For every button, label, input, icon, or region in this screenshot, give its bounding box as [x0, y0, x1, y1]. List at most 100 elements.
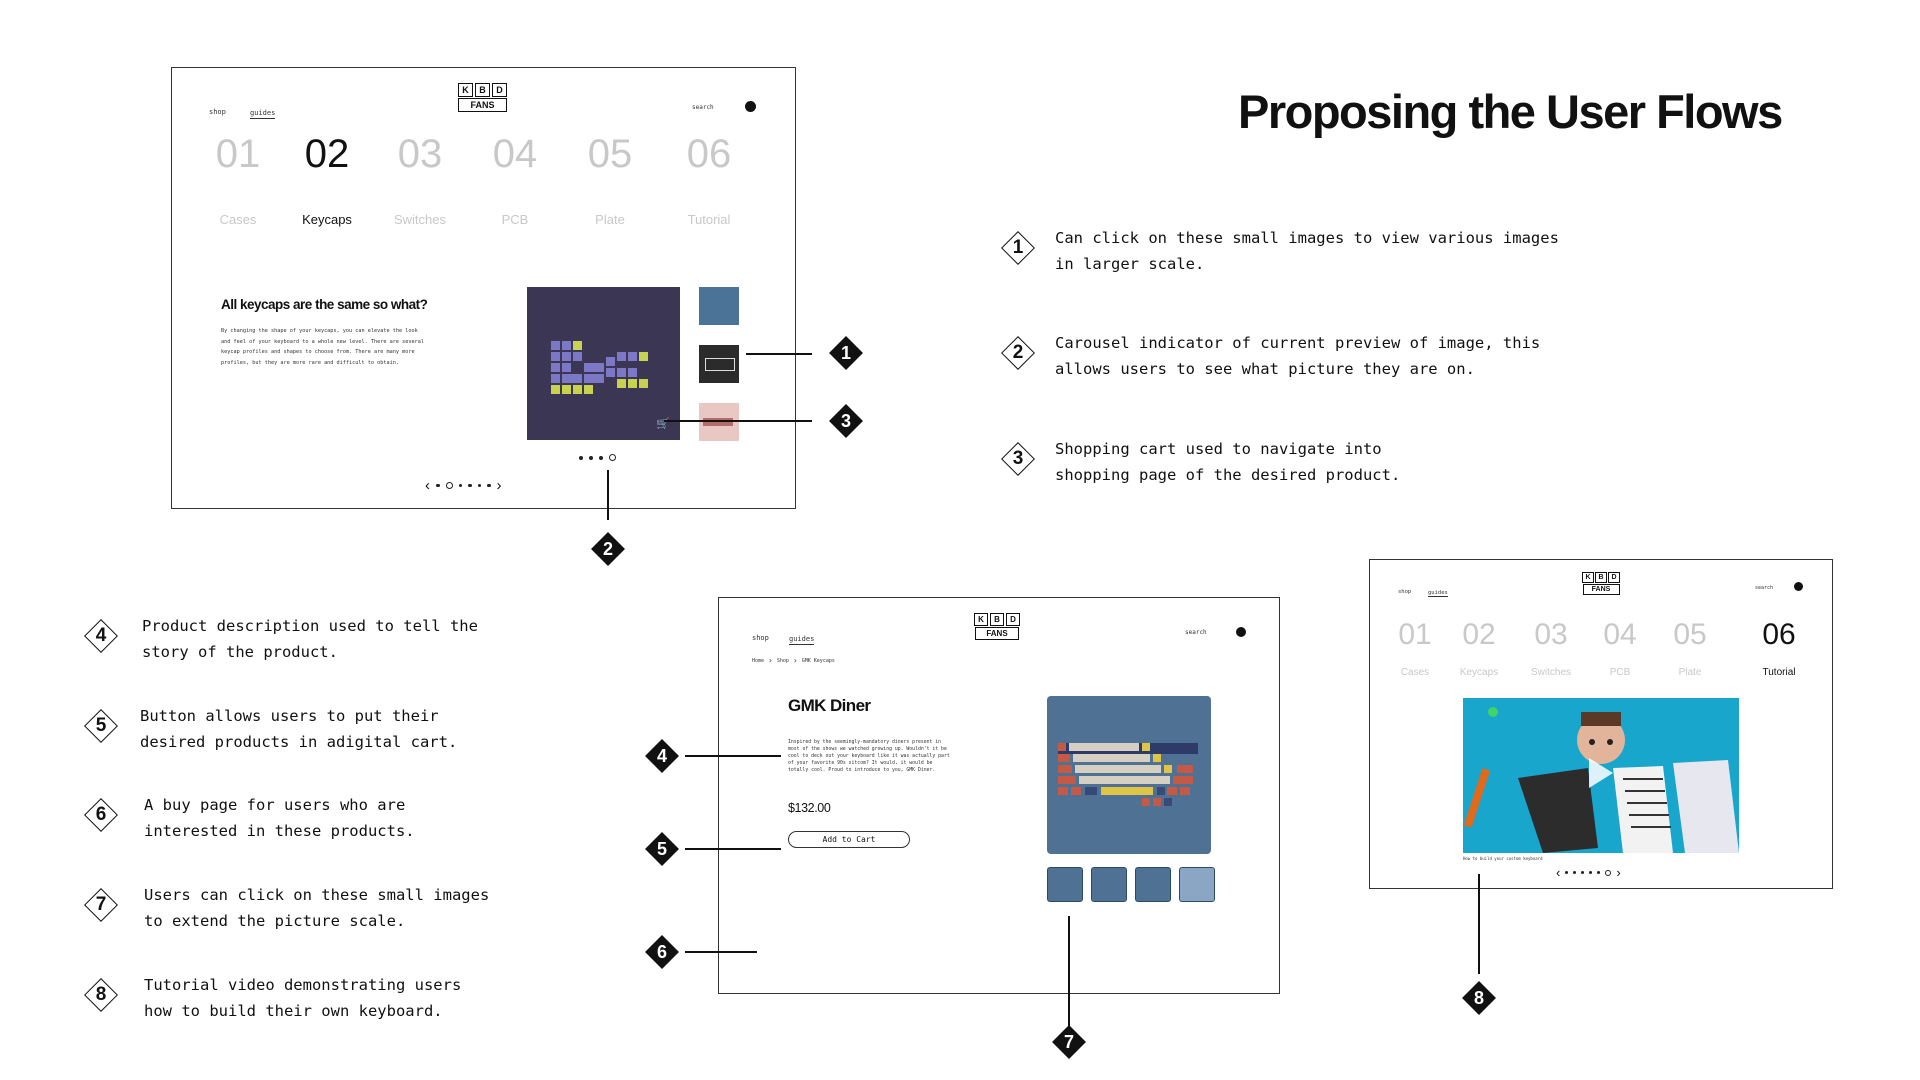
thumbnail-selected[interactable]	[699, 345, 739, 383]
step-number-active[interactable]: 02	[297, 132, 357, 177]
page-dot[interactable]	[1573, 871, 1577, 874]
thumbnail[interactable]	[699, 287, 739, 325]
note-number: 6	[95, 804, 107, 825]
chevron-left-icon[interactable]: ‹	[425, 478, 430, 493]
carousel-dot[interactable]	[589, 455, 593, 460]
callout-marker: 7	[1051, 1024, 1087, 1060]
screen-keycaps-guide: shop guides K B D FANS search 01 02 03 0…	[171, 67, 796, 509]
thumbnail[interactable]	[699, 403, 739, 441]
note-number: 7	[95, 894, 107, 915]
step-label: Tutorial	[687, 212, 731, 227]
step-label-active: Keycaps	[302, 212, 352, 227]
profile-icon[interactable]	[1236, 627, 1246, 637]
product-price: $132.00	[788, 801, 831, 815]
carousel-dot-current[interactable]	[609, 454, 616, 461]
page-dot[interactable]	[1581, 871, 1585, 874]
chevron-right-icon[interactable]: ›	[497, 478, 502, 493]
page-dot[interactable]	[468, 483, 472, 488]
logo-word: FANS	[975, 627, 1019, 640]
product-thumbnail[interactable]	[1179, 867, 1215, 902]
note-marker: 7	[83, 887, 121, 925]
nav-guides[interactable]: guides	[250, 109, 276, 119]
page-dot[interactable]	[487, 483, 491, 488]
note-marker: 4	[83, 618, 121, 656]
kbdfans-logo[interactable]: K B D FANS	[458, 83, 507, 112]
step-number[interactable]: 04	[480, 132, 550, 177]
breadcrumb-item: GMK Keycaps	[801, 657, 835, 664]
marker-number: 8	[1473, 988, 1484, 1008]
page-dot-current[interactable]	[445, 482, 453, 489]
logo-letter: B	[1595, 572, 1607, 583]
logo-letter: K	[1582, 572, 1594, 583]
step-label: Switches	[393, 212, 447, 227]
chevron-left-icon[interactable]: ‹	[1556, 866, 1560, 879]
carousel-dot[interactable]	[599, 455, 603, 460]
note-number: 8	[95, 984, 107, 1005]
callout-line	[607, 470, 609, 520]
profile-icon[interactable]	[745, 101, 756, 112]
profile-icon[interactable]	[1794, 582, 1803, 591]
breadcrumb-item[interactable]: Shop	[777, 658, 789, 664]
kbdfans-logo[interactable]: K B D FANS	[1582, 572, 1620, 595]
logo-word: FANS	[1582, 584, 1620, 595]
page-dot-current[interactable]	[1605, 869, 1612, 876]
nav-search[interactable]: search	[1755, 585, 1773, 591]
tutorial-video[interactable]	[1463, 698, 1739, 853]
logo-letter: K	[458, 83, 473, 97]
step-number[interactable]: 01	[1390, 618, 1440, 652]
step-number[interactable]: 06	[674, 132, 744, 177]
callout-line	[685, 755, 781, 757]
logo-letter: D	[492, 83, 507, 97]
nav-shop[interactable]: shop	[1398, 589, 1411, 595]
play-icon[interactable]	[1589, 758, 1613, 788]
page-pagination: ‹ ›	[1556, 866, 1621, 879]
breadcrumb-item[interactable]: Home	[752, 658, 764, 664]
nav-shop[interactable]: shop	[209, 108, 226, 116]
note-text: Carousel indicator of current preview of…	[1055, 334, 1541, 378]
step-number[interactable]: 05	[1665, 618, 1715, 652]
note-marker: 1	[1000, 230, 1038, 268]
slide-title: Proposing the User Flows	[1238, 85, 1783, 138]
note-text: Tutorial video demonstrating users how t…	[144, 976, 462, 1020]
logo-letter: D	[1608, 572, 1620, 583]
page-dot[interactable]	[1565, 871, 1569, 874]
page-dot[interactable]	[458, 483, 462, 488]
callout-line	[1478, 874, 1480, 974]
chevron-right-icon[interactable]: ›	[1616, 866, 1620, 879]
carousel-dot[interactable]	[579, 455, 583, 460]
nav-guides[interactable]: guides	[789, 635, 815, 645]
callout-marker: 1	[828, 335, 864, 371]
step-number[interactable]: 02	[1454, 618, 1504, 652]
guide-heading: All keycaps are the same so what?	[221, 297, 428, 312]
breadcrumb: Home › Shop › GMK Keycaps	[752, 656, 835, 665]
page-dot[interactable]	[1589, 871, 1593, 874]
marker-number: 2	[602, 539, 613, 559]
step-number[interactable]: 05	[575, 132, 645, 177]
step-number[interactable]: 03	[1526, 618, 1576, 652]
page-dot[interactable]	[1597, 871, 1601, 874]
nav-guides[interactable]: guides	[1428, 590, 1448, 597]
note-marker: 8	[83, 977, 121, 1015]
page-dot[interactable]	[477, 483, 481, 488]
image-carousel-indicator[interactable]	[579, 454, 616, 461]
step-number[interactable]: 03	[385, 132, 455, 177]
step-number[interactable]: 01	[208, 132, 268, 177]
note-number: 3	[1012, 448, 1024, 469]
step-number[interactable]: 04	[1595, 618, 1645, 652]
note-text: Button allows users to put their desired…	[140, 707, 458, 751]
kbdfans-logo[interactable]: K B D FANS	[974, 613, 1020, 640]
product-thumbnail[interactable]	[1047, 867, 1083, 902]
page-dot[interactable]	[436, 483, 440, 488]
nav-search[interactable]: search	[692, 104, 714, 111]
product-thumbnail[interactable]	[1091, 867, 1127, 902]
step-label: Switches	[1530, 667, 1571, 678]
step-label: Cases	[219, 212, 257, 227]
screen-tutorial: shop guides K B D FANS search 01 02 03 0…	[1369, 559, 1833, 889]
note-text: Shopping cart used to navigate into shop…	[1055, 440, 1401, 484]
nav-search[interactable]: search	[1185, 629, 1207, 636]
add-to-cart-button[interactable]: Add to Cart	[788, 831, 910, 848]
logo-letter: B	[475, 83, 490, 97]
nav-shop[interactable]: shop	[752, 634, 769, 642]
step-number-active[interactable]: 06	[1754, 618, 1804, 652]
product-thumbnail[interactable]	[1135, 867, 1171, 902]
